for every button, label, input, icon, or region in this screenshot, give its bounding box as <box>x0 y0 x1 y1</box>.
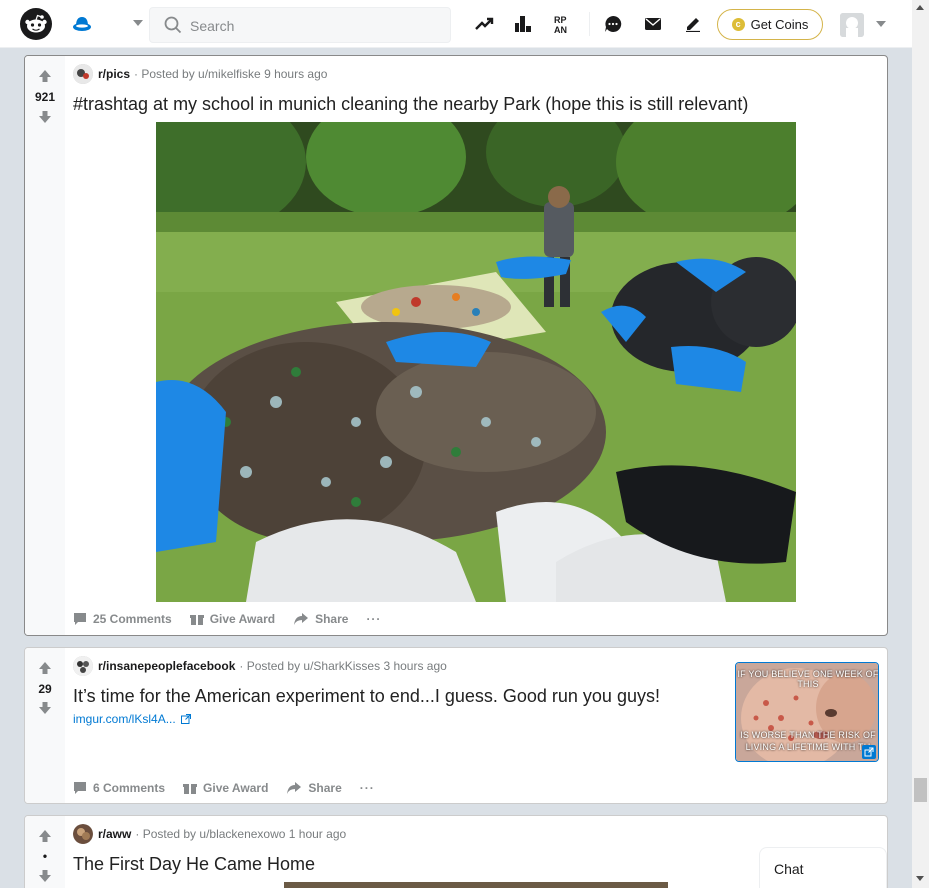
post-meta: r/pics · Posted by u/mikelfiske 9 hours … <box>73 64 327 84</box>
upvote-icon[interactable] <box>38 69 52 83</box>
give-award-label: Give Award <box>209 612 276 626</box>
comment-icon <box>74 782 86 794</box>
svg-text:RP: RP <box>554 15 567 25</box>
subreddit-icon[interactable] <box>73 656 93 676</box>
post-meta: r/aww · Posted by u/blackenexowo 1 hour … <box>73 824 346 844</box>
scroll-down-arrow-icon[interactable] <box>916 876 924 881</box>
link-domain[interactable]: imgur.com/lKsl4A... <box>73 712 176 726</box>
give-award-button[interactable]: Give Award <box>183 781 268 795</box>
vote-column: 29 <box>25 648 65 803</box>
external-link[interactable]: imgur.com/lKsl4A... <box>73 712 191 726</box>
posted-by[interactable]: · Posted by u/blackenexowo 1 hour ago <box>135 827 346 841</box>
share-button[interactable]: Share <box>286 781 342 795</box>
chat-panel-button[interactable]: Chat <box>759 847 887 888</box>
chat-bubble-icon[interactable] <box>601 12 625 36</box>
subreddit-icon[interactable] <box>73 64 93 84</box>
share-label: Share <box>315 612 349 626</box>
share-arrow-icon <box>287 782 302 794</box>
post-card[interactable]: 29 r/insanepeoplefacebook · Posted by u/… <box>24 647 888 804</box>
vote-column: 921 <box>25 56 65 635</box>
get-coins-button[interactable]: c Get Coins <box>717 9 823 40</box>
downvote-icon[interactable] <box>38 701 52 715</box>
vote-score: 29 <box>38 682 52 696</box>
post-card[interactable]: 921 r/pics · Posted by u/mikelfiske 9 ho… <box>24 55 888 636</box>
comments-button[interactable]: 6 Comments <box>73 781 165 795</box>
mail-icon[interactable] <box>641 12 665 36</box>
thumbnail-caption-bottom-2: LIVING A LIFETIME WITH TH <box>745 742 871 752</box>
reddit-logo-icon[interactable] <box>20 8 52 40</box>
upvote-icon[interactable] <box>38 829 52 843</box>
downvote-icon[interactable] <box>38 110 52 124</box>
more-options-button[interactable]: ··· <box>360 781 375 795</box>
comments-button[interactable]: 25 Comments <box>73 612 172 626</box>
upvote-icon[interactable] <box>38 661 52 675</box>
vote-score: 921 <box>34 90 56 104</box>
rpan-icon[interactable]: RP AN <box>551 12 575 36</box>
coin-icon: c <box>731 18 745 31</box>
comments-count: 25 Comments <box>93 612 172 626</box>
vote-score: • <box>42 849 48 863</box>
post-meta: r/insanepeoplefacebook · Posted by u/Sha… <box>73 656 447 676</box>
post-title[interactable]: The First Day He Came Home <box>73 854 315 875</box>
post-actions: 25 Comments Give Award Share ··· <box>73 607 399 631</box>
popular-trending-icon[interactable] <box>472 12 496 36</box>
scrollbar-thumb[interactable] <box>914 778 927 802</box>
post-image[interactable] <box>284 882 668 888</box>
post-title[interactable]: It’s time for the American experiment to… <box>73 686 660 707</box>
thumbnail-caption-top: IF YOU BELIEVE ONE WEEK OF THIS <box>737 669 879 689</box>
chevron-down-icon[interactable] <box>876 21 886 27</box>
get-coins-label: Get Coins <box>750 17 809 32</box>
thumbnail-caption-bottom-1: IS WORSE THAN THE RISK OF <box>740 730 876 740</box>
posted-by[interactable]: · Posted by u/mikelfiske 9 hours ago <box>134 67 327 81</box>
top-header: RP AN c Get Coins <box>0 0 912 48</box>
give-award-label: Give Award <box>203 781 269 795</box>
more-options-button[interactable]: ··· <box>366 612 381 626</box>
subreddit-icon[interactable] <box>73 824 93 844</box>
comments-count: 6 Comments <box>93 781 166 795</box>
share-button[interactable]: Share <box>293 612 348 626</box>
share-label: Share <box>308 781 342 795</box>
external-link-icon <box>180 714 191 724</box>
external-link-icon <box>862 745 876 759</box>
comment-icon <box>74 613 86 625</box>
vote-column: • <box>25 816 65 888</box>
downvote-icon[interactable] <box>38 869 52 883</box>
search-bar[interactable] <box>149 7 451 43</box>
give-award-button[interactable]: Give Award <box>189 612 276 626</box>
gift-icon <box>189 615 204 625</box>
home-feed-icon[interactable] <box>71 13 93 40</box>
user-avatar[interactable] <box>840 13 864 37</box>
subreddit-name[interactable]: r/pics <box>98 67 130 81</box>
scroll-up-arrow-icon[interactable] <box>916 5 924 10</box>
posted-by[interactable]: · Posted by u/SharkKisses 3 hours ago <box>239 659 446 673</box>
scrollbar[interactable] <box>912 0 929 888</box>
post-image[interactable] <box>156 122 796 602</box>
share-arrow-icon <box>294 613 309 625</box>
subreddit-name[interactable]: r/aww <box>98 827 131 841</box>
gift-icon <box>183 784 198 794</box>
post-actions: 6 Comments Give Award Share ··· <box>73 776 393 800</box>
chevron-down-icon[interactable] <box>133 20 143 26</box>
leaderboard-icon[interactable] <box>511 12 535 36</box>
post-thumbnail[interactable]: IF YOU BELIEVE ONE WEEK OF THIS IS WORSE… <box>735 662 879 762</box>
create-post-pencil-icon[interactable] <box>681 12 705 36</box>
search-input[interactable] <box>190 16 440 36</box>
post-title[interactable]: #trashtag at my school in munich cleanin… <box>73 94 748 115</box>
header-divider <box>589 12 590 36</box>
subreddit-name[interactable]: r/insanepeoplefacebook <box>98 659 235 673</box>
search-icon <box>164 16 182 39</box>
svg-text:AN: AN <box>554 25 567 34</box>
